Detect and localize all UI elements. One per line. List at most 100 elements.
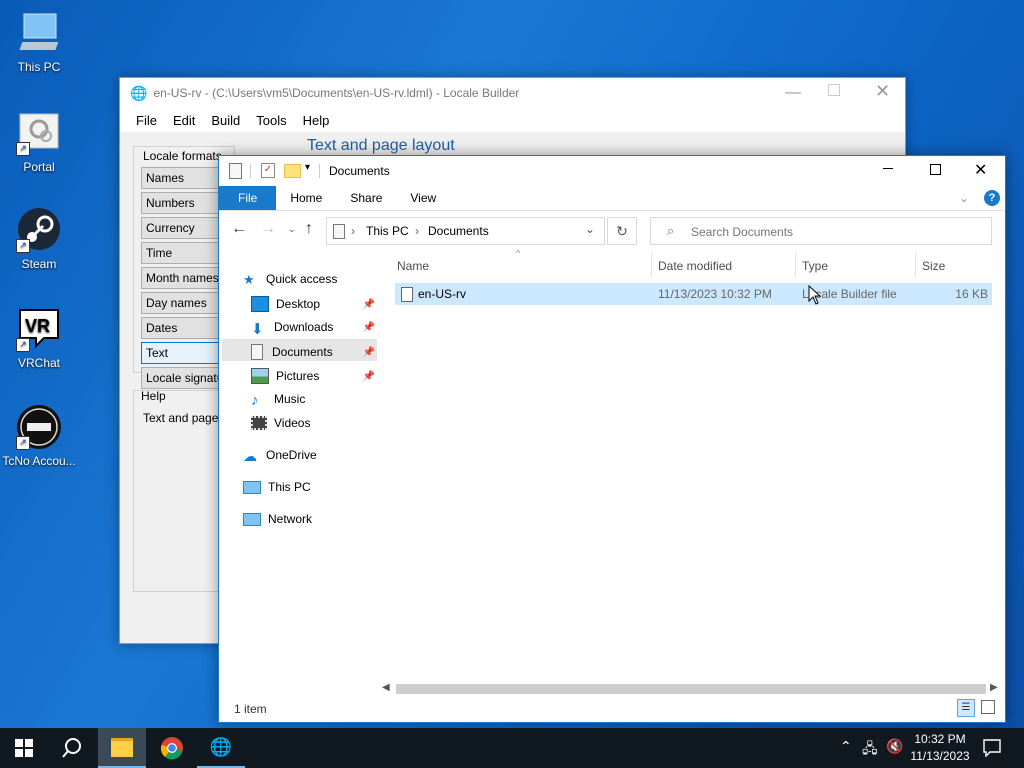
clock[interactable]: 10:32 PM 11/13/2023 xyxy=(905,731,975,765)
nav-downloads[interactable]: ⬇ Downloads 📌 xyxy=(251,320,375,338)
pictures-icon xyxy=(251,368,269,384)
tab-file[interactable]: File xyxy=(219,186,277,210)
column-header-name[interactable]: Name xyxy=(397,259,429,273)
large-icons-view-icon[interactable] xyxy=(981,700,995,714)
help-icon[interactable]: ? xyxy=(984,190,1000,206)
portal-icon: ↗ xyxy=(16,110,62,156)
column-divider xyxy=(651,252,652,278)
scroll-left-arrow-icon[interactable]: ◀ xyxy=(382,682,390,693)
search-icon: ⌕ xyxy=(667,223,675,238)
cloud-icon: ☁ xyxy=(243,448,257,464)
file-explorer-window[interactable]: ✓ ▾ Documents ✕ File Home Share View ⌄ ?… xyxy=(218,155,1006,723)
group-label: Locale formats xyxy=(141,149,224,163)
navigation-pane: ★ Quick access Desktop 📌 ⬇ Downloads 📌 D… xyxy=(219,252,379,682)
title-bar[interactable]: ✓ ▾ Documents ✕ xyxy=(219,156,1005,186)
search-input[interactable] xyxy=(689,222,983,242)
pin-icon: 📌 xyxy=(362,346,375,358)
tab-view[interactable]: View xyxy=(396,186,450,210)
nav-onedrive[interactable]: ☁ OneDrive xyxy=(243,448,317,464)
chrome-icon xyxy=(160,737,183,760)
scroll-right-arrow-icon[interactable]: ▶ xyxy=(990,682,998,693)
sort-indicator-icon: ^ xyxy=(516,248,521,258)
back-button[interactable]: ← xyxy=(231,220,247,238)
documents-icon xyxy=(251,344,263,360)
desktop-icon-vrchat[interactable]: VR ↗ VRChat xyxy=(2,306,76,370)
tab-share[interactable]: Share xyxy=(336,186,396,210)
taskbar: 🌐 ⌃ 🖧 🔇 10:32 PM 11/13/2023 xyxy=(0,728,1024,768)
search-box[interactable]: ⌕ xyxy=(650,217,992,245)
breadcrumb-documents[interactable]: Documents xyxy=(428,224,489,238)
forward-button[interactable]: → xyxy=(260,220,276,238)
menu-file[interactable]: File xyxy=(120,113,165,128)
breadcrumb-this-pc[interactable]: This PC xyxy=(366,224,409,238)
desktop-icon-tcno[interactable]: ↗ TcNo Accou... xyxy=(2,404,76,468)
nav-documents[interactable]: Documents 📌 xyxy=(251,344,375,360)
folder-icon[interactable] xyxy=(284,164,301,178)
checkmark-icon[interactable]: ✓ xyxy=(261,163,275,178)
vrchat-icon: VR ↗ xyxy=(16,306,62,352)
network-status-icon[interactable]: 🖧 xyxy=(862,738,878,762)
horizontal-scrollbar[interactable]: ◀ ▶ xyxy=(379,681,1005,697)
close-button[interactable]: ✕ xyxy=(974,160,987,180)
nav-network[interactable]: Network xyxy=(243,512,312,526)
clock-date: 11/13/2023 xyxy=(910,749,970,763)
desktop-icon-steam[interactable]: ↗ Steam xyxy=(2,207,76,271)
desktop-icon-portal[interactable]: ↗ Portal xyxy=(2,110,76,174)
documents-icon xyxy=(333,224,345,239)
tab-home[interactable]: Home xyxy=(276,186,336,210)
column-header-type[interactable]: Type xyxy=(802,259,828,273)
details-view-icon[interactable]: ☰ xyxy=(957,699,975,717)
notification-center-icon[interactable] xyxy=(983,739,1001,757)
qat-dropdown-icon[interactable]: ▾ xyxy=(305,162,310,173)
minimize-button[interactable] xyxy=(883,168,893,169)
nav-quick-access[interactable]: ★ Quick access xyxy=(243,272,337,287)
menu-tools[interactable]: Tools xyxy=(248,113,294,128)
file-row[interactable]: en-US-rv 11/13/2023 10:32 PM Locale Buil… xyxy=(395,283,992,305)
maximize-button[interactable] xyxy=(828,84,840,96)
column-header-size[interactable]: Size xyxy=(922,259,945,273)
desktop-icon-this-pc[interactable]: This PC xyxy=(2,10,76,74)
globe-icon: 🌐 xyxy=(209,736,233,757)
minimize-button[interactable]: — xyxy=(785,84,801,102)
nav-this-pc[interactable]: This PC xyxy=(243,480,311,494)
column-divider xyxy=(915,252,916,278)
search-button[interactable] xyxy=(48,728,96,768)
scroll-thumb[interactable] xyxy=(396,684,986,694)
close-button[interactable]: ✕ xyxy=(875,81,890,102)
properties-icon[interactable] xyxy=(229,163,242,179)
refresh-button[interactable]: ↻ xyxy=(607,217,637,245)
nav-pictures[interactable]: Pictures 📌 xyxy=(251,368,375,384)
tcno-icon: ↗ xyxy=(16,404,62,450)
up-button[interactable]: ↑ xyxy=(305,220,313,238)
music-note-icon: ♪ xyxy=(251,392,259,409)
search-icon xyxy=(62,738,81,758)
volume-muted-icon[interactable]: 🔇 xyxy=(886,738,903,755)
nav-videos[interactable]: Videos xyxy=(251,416,310,430)
nav-desktop[interactable]: Desktop 📌 xyxy=(251,296,375,312)
menu-edit[interactable]: Edit xyxy=(165,113,203,128)
start-button[interactable] xyxy=(0,728,48,768)
title-bar[interactable]: 🌐 en-US-rv - (C:\Users\vm5\Documents\en-… xyxy=(120,78,905,108)
nav-label: Network xyxy=(268,512,313,526)
expand-ribbon-icon[interactable]: ⌄ xyxy=(959,186,969,210)
taskbar-locale-builder[interactable]: 🌐 xyxy=(197,728,245,768)
windows-logo-icon xyxy=(15,739,33,757)
recent-dropdown-icon[interactable]: ⌄ xyxy=(288,224,296,235)
maximize-button[interactable] xyxy=(930,164,941,175)
address-dropdown-icon[interactable]: ⌄ xyxy=(585,222,595,236)
taskbar-file-explorer[interactable] xyxy=(98,728,146,768)
menu-build[interactable]: Build xyxy=(203,113,248,128)
desktop-icon-label: Portal xyxy=(23,160,55,174)
section-title: Text and page layout xyxy=(307,137,455,154)
file-size: 16 KB xyxy=(955,287,988,301)
column-header-date[interactable]: Date modified xyxy=(658,259,732,273)
taskbar-chrome[interactable] xyxy=(148,728,196,768)
show-hidden-icons-icon[interactable]: ⌃ xyxy=(840,738,852,755)
address-bar[interactable]: › This PC › Documents ⌄ xyxy=(326,217,605,245)
qat-separator xyxy=(250,164,251,178)
nav-music[interactable]: ♪ Music xyxy=(251,392,305,409)
star-icon: ★ xyxy=(243,272,255,287)
svg-text:VR: VR xyxy=(25,316,50,336)
menu-help[interactable]: Help xyxy=(295,113,338,128)
menu-bar: File Edit Build Tools Help xyxy=(120,108,905,132)
